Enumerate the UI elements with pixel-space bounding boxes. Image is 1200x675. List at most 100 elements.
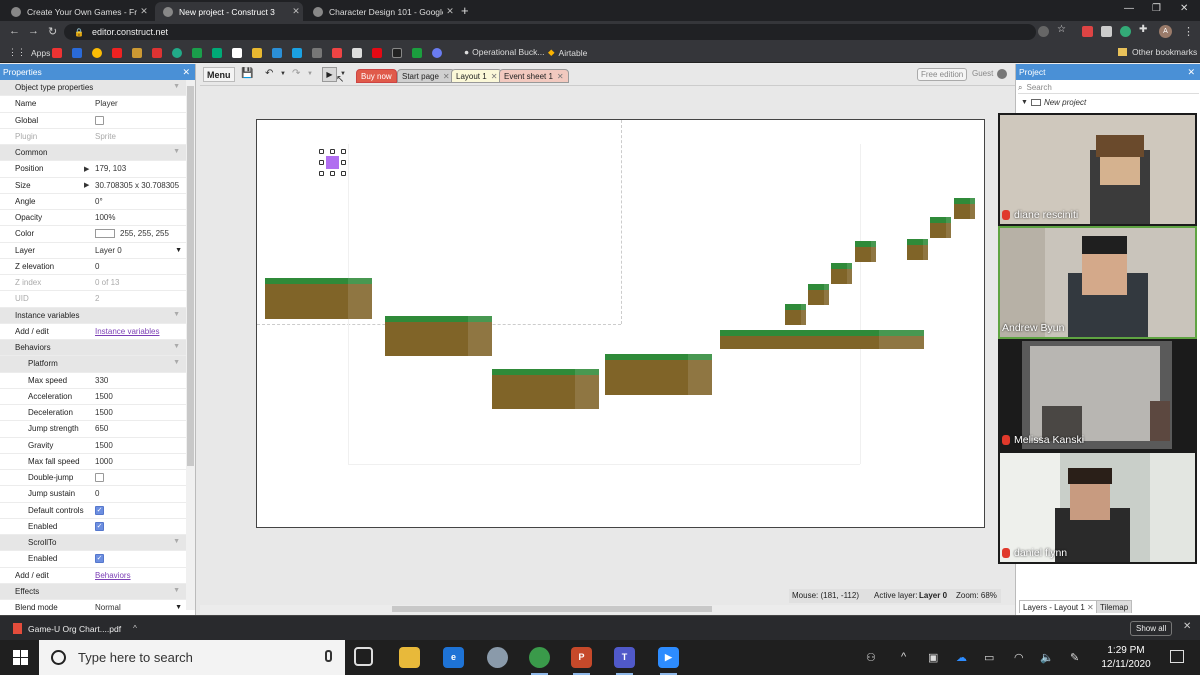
close-tab-icon[interactable]: ✕ — [137, 6, 151, 17]
task-view-icon[interactable] — [354, 647, 373, 666]
expand-icon[interactable]: ▼ — [1021, 99, 1028, 106]
property-row-max-fall-speed[interactable]: Max fall speed 1000 — [0, 454, 186, 470]
browser-tab[interactable]: New project - Construct 3 ✕ — [155, 2, 303, 21]
redo-icon[interactable]: ↷ — [292, 68, 300, 79]
platform-sprite[interactable] — [855, 241, 876, 262]
project-tree-root[interactable]: ▼ New project — [1021, 98, 1086, 107]
property-row-jump-strength[interactable]: Jump strength 650 — [0, 421, 186, 438]
bookmark-icon[interactable] — [292, 48, 302, 58]
download-item[interactable]: Game-U Org Chart....pdf ^ — [13, 623, 137, 634]
property-value[interactable]: 650 — [95, 424, 108, 433]
extension-green-icon[interactable] — [1120, 26, 1131, 37]
property-row-plugin[interactable]: Plugin Sprite — [0, 129, 186, 145]
participant-video-tile[interactable]: Melissa Kanski — [998, 339, 1197, 451]
chevron-up-icon[interactable]: ^ — [901, 651, 906, 663]
property-row-z-index[interactable]: Z index 0 of 13 — [0, 275, 186, 292]
bookmark-icon[interactable] — [252, 48, 262, 58]
gmail-icon[interactable] — [52, 48, 62, 58]
property-section-common[interactable]: Common — [0, 145, 186, 162]
close-tab-icon[interactable]: ✕ — [443, 72, 450, 81]
netflix-icon[interactable] — [372, 48, 382, 58]
powerpoint-icon[interactable]: P — [571, 647, 592, 675]
platform-sprite[interactable] — [831, 263, 852, 284]
battery-icon[interactable]: ▭ — [984, 651, 994, 664]
play-preview-button[interactable]: ▶ — [322, 67, 337, 82]
platform-sprite[interactable] — [930, 217, 951, 238]
close-tab-icon[interactable]: ✕ — [491, 72, 498, 81]
chevron-up-icon[interactable]: ^ — [133, 624, 137, 633]
resize-handle[interactable] — [330, 171, 335, 176]
property-value[interactable]: Layer 0 — [95, 246, 122, 255]
file-explorer-icon[interactable] — [399, 647, 420, 668]
free-edition-badge[interactable]: Free edition — [917, 68, 968, 81]
platform-sprite[interactable] — [385, 316, 492, 356]
edge-icon[interactable]: e — [443, 647, 464, 668]
teams-icon[interactable]: T — [614, 647, 635, 675]
extensions-puzzle-icon[interactable]: ✚ — [1139, 24, 1150, 35]
property-row-uid[interactable]: UID 2 — [0, 291, 186, 308]
property-section-object-type-properties[interactable]: Object type properties — [0, 80, 186, 97]
platform-sprite[interactable] — [808, 284, 829, 305]
platform-sprite[interactable] — [785, 304, 806, 325]
property-value[interactable]: 100% — [95, 213, 115, 222]
notifications-icon[interactable] — [1170, 650, 1184, 663]
resize-handle[interactable] — [319, 160, 324, 165]
property-row-gravity[interactable]: Gravity 1500 — [0, 438, 186, 454]
extension-red-icon[interactable] — [1082, 26, 1093, 37]
property-checkbox[interactable]: ✓ — [95, 505, 104, 515]
platform-sprite[interactable] — [720, 330, 924, 349]
bookmark-icon[interactable] — [312, 48, 322, 58]
property-value[interactable]: 179, 103 — [95, 164, 126, 173]
pinterest-icon[interactable] — [232, 48, 242, 58]
property-value[interactable]: 30.708305 x 30.708305 — [95, 181, 179, 190]
property-row-enabled[interactable]: Enabled ✓ — [0, 519, 186, 535]
property-row-jump-sustain[interactable]: Jump sustain 0 — [0, 486, 186, 503]
tab-layers[interactable]: Layers - Layout 1 ✕ — [1019, 600, 1098, 613]
bookmark-icon[interactable] — [132, 48, 142, 58]
bookmark-icon[interactable] — [432, 48, 442, 58]
property-checkbox[interactable] — [95, 473, 104, 483]
tray-app-icon[interactable]: ▣ — [928, 651, 938, 664]
cast-icon[interactable] — [1038, 26, 1049, 37]
browser-tab[interactable]: Create Your Own Games - Free T✕ — [3, 2, 151, 21]
sheets-icon[interactable] — [192, 48, 202, 58]
chrome-menu-icon[interactable]: ⋮ — [1183, 25, 1194, 38]
tab-layout-1[interactable]: Layout 1 ✕ — [451, 69, 503, 83]
maximize-icon[interactable]: ❐ — [1152, 3, 1161, 14]
snipping-icon[interactable] — [487, 647, 508, 668]
bookmark-icon[interactable] — [152, 48, 162, 58]
bookmark-icon[interactable] — [412, 48, 422, 58]
property-section-scrollto[interactable]: ScrollTo — [0, 535, 186, 552]
trello-icon[interactable] — [272, 48, 282, 58]
property-value[interactable]: 2 — [95, 294, 99, 303]
property-value[interactable]: Normal — [95, 603, 121, 610]
reload-icon[interactable]: ↻ — [48, 25, 57, 38]
property-row-size[interactable]: Size 30.708305 x 30.708305 ▶ — [0, 178, 186, 194]
resize-handle[interactable] — [319, 171, 324, 176]
property-row-default-controls[interactable]: Default controls ✓ — [0, 503, 186, 519]
property-row-add-edit[interactable]: Add / edit Instance variables — [0, 324, 186, 340]
pen-icon[interactable]: ✎ — [1070, 651, 1079, 664]
property-row-enabled[interactable]: Enabled ✓ — [0, 551, 186, 568]
tab-tilemap[interactable]: Tilemap — [1096, 600, 1133, 613]
redo-dropdown-icon[interactable]: ▼ — [307, 71, 313, 77]
project-search-input[interactable]: ⌕ Search — [1018, 82, 1199, 94]
player-sprite[interactable] — [326, 156, 339, 169]
buy-now-button[interactable]: Buy now — [356, 69, 397, 83]
property-value[interactable]: 330 — [95, 376, 108, 385]
new-tab-button[interactable]: + — [461, 3, 469, 18]
minimize-icon[interactable]: — — [1124, 3, 1134, 14]
property-row-max-speed[interactable]: Max speed 330 — [0, 373, 186, 389]
browser-tab[interactable]: Character Design 101 - Google S ✕ — [305, 2, 457, 21]
start-button[interactable] — [13, 650, 28, 665]
property-value[interactable]: Player — [95, 99, 118, 108]
scrollbar-thumb[interactable] — [187, 86, 194, 466]
participant-video-tile[interactable]: Andrew Byun — [998, 226, 1197, 339]
bookmark-other[interactable]: Other bookmarks — [1118, 47, 1197, 57]
user-icon[interactable] — [997, 69, 1007, 79]
microphone-icon[interactable] — [325, 650, 332, 662]
resize-handle[interactable] — [341, 149, 346, 154]
onedrive-icon[interactable]: ☁ — [956, 651, 967, 664]
property-value[interactable]: 0° — [95, 197, 103, 206]
property-checkbox[interactable]: ✓ — [95, 521, 104, 531]
